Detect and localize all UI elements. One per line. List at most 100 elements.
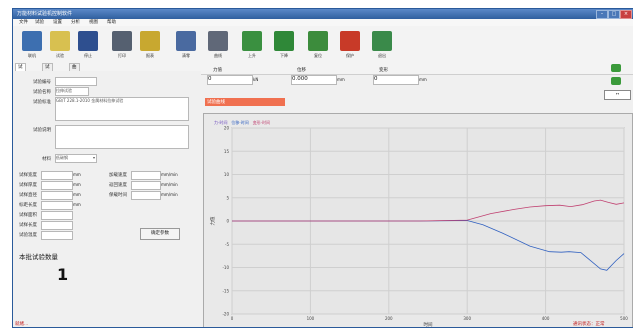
- test-name-input[interactable]: 拉伸试验: [55, 87, 89, 96]
- y-tick-label: -20: [222, 312, 229, 317]
- toolbar-button-11[interactable]: 退出: [369, 31, 395, 63]
- x-tick-label: 300: [463, 316, 471, 321]
- toolbar-icon-11-icon: [372, 31, 392, 51]
- test-standard-input[interactable]: GB/T 228.1-2010 金属材料拉伸试验: [55, 97, 189, 121]
- material-select[interactable]: 低碳钢 ▾: [55, 154, 97, 163]
- test-number-input[interactable]: [55, 77, 97, 86]
- param-input[interactable]: [41, 201, 73, 210]
- param-unit: mm/min: [161, 192, 178, 197]
- param-label: 标距长度: [19, 203, 37, 208]
- field-label-test-name: 试验名称: [33, 90, 51, 95]
- curve-banner-label: 试验曲线: [207, 100, 225, 105]
- param-input[interactable]: [41, 221, 73, 230]
- toolbar-button-10[interactable]: 保护: [337, 31, 363, 63]
- readout-value: 0: [207, 75, 253, 85]
- param-unit: mm: [73, 192, 81, 197]
- y-tick-label: 20: [224, 126, 230, 131]
- toolbar-label: 报表: [146, 53, 154, 58]
- apply-params-button[interactable]: 确定参数: [140, 228, 180, 240]
- toolbar-button-5[interactable]: 清零: [173, 31, 199, 63]
- readout-unit: mm: [337, 77, 345, 82]
- toolbar-label: 退出: [378, 53, 386, 58]
- menu-test[interactable]: 试验: [35, 19, 44, 26]
- chart-zoom-control[interactable]: ↔: [604, 90, 631, 100]
- chart-area[interactable]: 力-时间 位移-时间 变形-时间 20 15 10 5 0 -5 -10 -15 -20 0 100…: [203, 113, 633, 328]
- toolbar-label: 保护: [346, 53, 354, 58]
- toolbar-button-2[interactable]: 停止: [75, 31, 101, 63]
- param-input[interactable]: [131, 171, 161, 180]
- x-tick-label: 100: [307, 316, 315, 321]
- toolbar-button-6[interactable]: 曲线: [205, 31, 231, 63]
- param-input[interactable]: [41, 181, 73, 190]
- toolbar-icon-2-icon: [78, 31, 98, 51]
- toolbar-icon-7-icon: [242, 31, 262, 51]
- param-label: 试样直径: [19, 193, 37, 198]
- param-input[interactable]: [41, 231, 73, 240]
- param-input[interactable]: [131, 191, 161, 200]
- test-info-panel: 试验编号 试验名称 拉伸试验 试验标准 GB/T 228.1-2010 金属材料…: [13, 71, 201, 327]
- toolbar-button-9[interactable]: 复位: [305, 31, 331, 63]
- menu-bar: 文件 试验 设置 分析 视图 帮助: [13, 19, 633, 26]
- test-notes-input[interactable]: [55, 125, 189, 149]
- param-input[interactable]: [41, 191, 73, 200]
- param-unit: mm: [73, 182, 81, 187]
- y-tick-label: 5: [226, 195, 229, 200]
- y-tick-label: 10: [224, 172, 230, 177]
- param-label: 试样长度: [19, 223, 37, 228]
- material-label: 材料: [42, 157, 51, 162]
- minimize-button[interactable]: –: [596, 10, 608, 19]
- window-title: 万能材料试验机控制软件: [17, 11, 73, 17]
- y-axis-label: 力值: [209, 216, 216, 225]
- param-input[interactable]: [41, 211, 73, 220]
- toolbar-icon-9-icon: [308, 31, 328, 51]
- toolbar-button-4[interactable]: 报表: [137, 31, 163, 63]
- readout-label: 力值: [213, 68, 222, 73]
- y-tick-label: -10: [222, 265, 229, 270]
- toolbar-button-8[interactable]: 下降: [271, 31, 297, 63]
- y-tick-label: 15: [224, 149, 230, 154]
- param-unit: mm: [73, 202, 81, 207]
- param-label: 试样面积: [19, 213, 37, 218]
- param-input[interactable]: [41, 171, 73, 180]
- batch-count-label: 本批试验数量: [19, 253, 58, 261]
- toolbar-label: 上升: [248, 53, 256, 58]
- toolbar-icon-4-icon: [140, 31, 160, 51]
- toolbar-button-1[interactable]: 试验: [47, 31, 73, 63]
- title-bar: 万能材料试验机控制软件 – □ ×: [13, 9, 633, 19]
- menu-settings[interactable]: 设置: [53, 19, 62, 26]
- chevron-down-icon: ▾: [92, 155, 95, 160]
- menu-view[interactable]: 视图: [89, 19, 98, 26]
- param-label: 试验温度: [19, 233, 37, 238]
- menu-help[interactable]: 帮助: [107, 19, 116, 26]
- param-label: 加载速度: [109, 173, 127, 178]
- param-input[interactable]: [131, 181, 161, 190]
- x-axis-label: 时间: [424, 321, 433, 328]
- status-light-2-icon: [611, 77, 621, 85]
- maximize-button[interactable]: □: [608, 10, 620, 19]
- field-label-test-notes: 试验说明: [33, 128, 51, 133]
- close-button[interactable]: ×: [620, 10, 632, 19]
- readout-label: 变形: [379, 68, 388, 73]
- field-label-test-standard: 试验标准: [33, 100, 51, 105]
- toolbar-button-7[interactable]: 上升: [239, 31, 265, 63]
- toolbar-icon-10-icon: [340, 31, 360, 51]
- line-chart[interactable]: 20151050-5-10-15-200 100 200 300 400 500时间力值: [204, 114, 632, 328]
- y-tick-label: 0: [226, 219, 229, 224]
- toolbar-label: 清零: [182, 53, 190, 58]
- menu-file[interactable]: 文件: [19, 19, 28, 26]
- x-tick-label: 200: [385, 316, 393, 321]
- readout-label: 位移: [297, 68, 306, 73]
- toolbar-label: 曲线: [214, 53, 222, 58]
- material-value: 低碳钢: [56, 155, 68, 160]
- readout-area: 力值 0 kN 位移 0.000 mm 变形 0 mm: [207, 67, 447, 95]
- toolbar-button-0[interactable]: 联机: [19, 31, 45, 63]
- app-window: 万能材料试验机控制软件 – □ × 文件 试验 设置 分析 视图 帮助 联机 试验…: [12, 8, 633, 328]
- toolbar-button-3[interactable]: 打印: [109, 31, 135, 63]
- toolbar-icon-5-icon: [176, 31, 196, 51]
- param-label: 保载时间: [109, 193, 127, 198]
- param-unit: mm/min: [161, 172, 178, 177]
- curve-banner: 试验曲线: [205, 98, 285, 106]
- readout-unit: mm: [419, 77, 427, 82]
- toolbar-icon-1-icon: [50, 31, 70, 51]
- menu-analysis[interactable]: 分析: [71, 19, 80, 26]
